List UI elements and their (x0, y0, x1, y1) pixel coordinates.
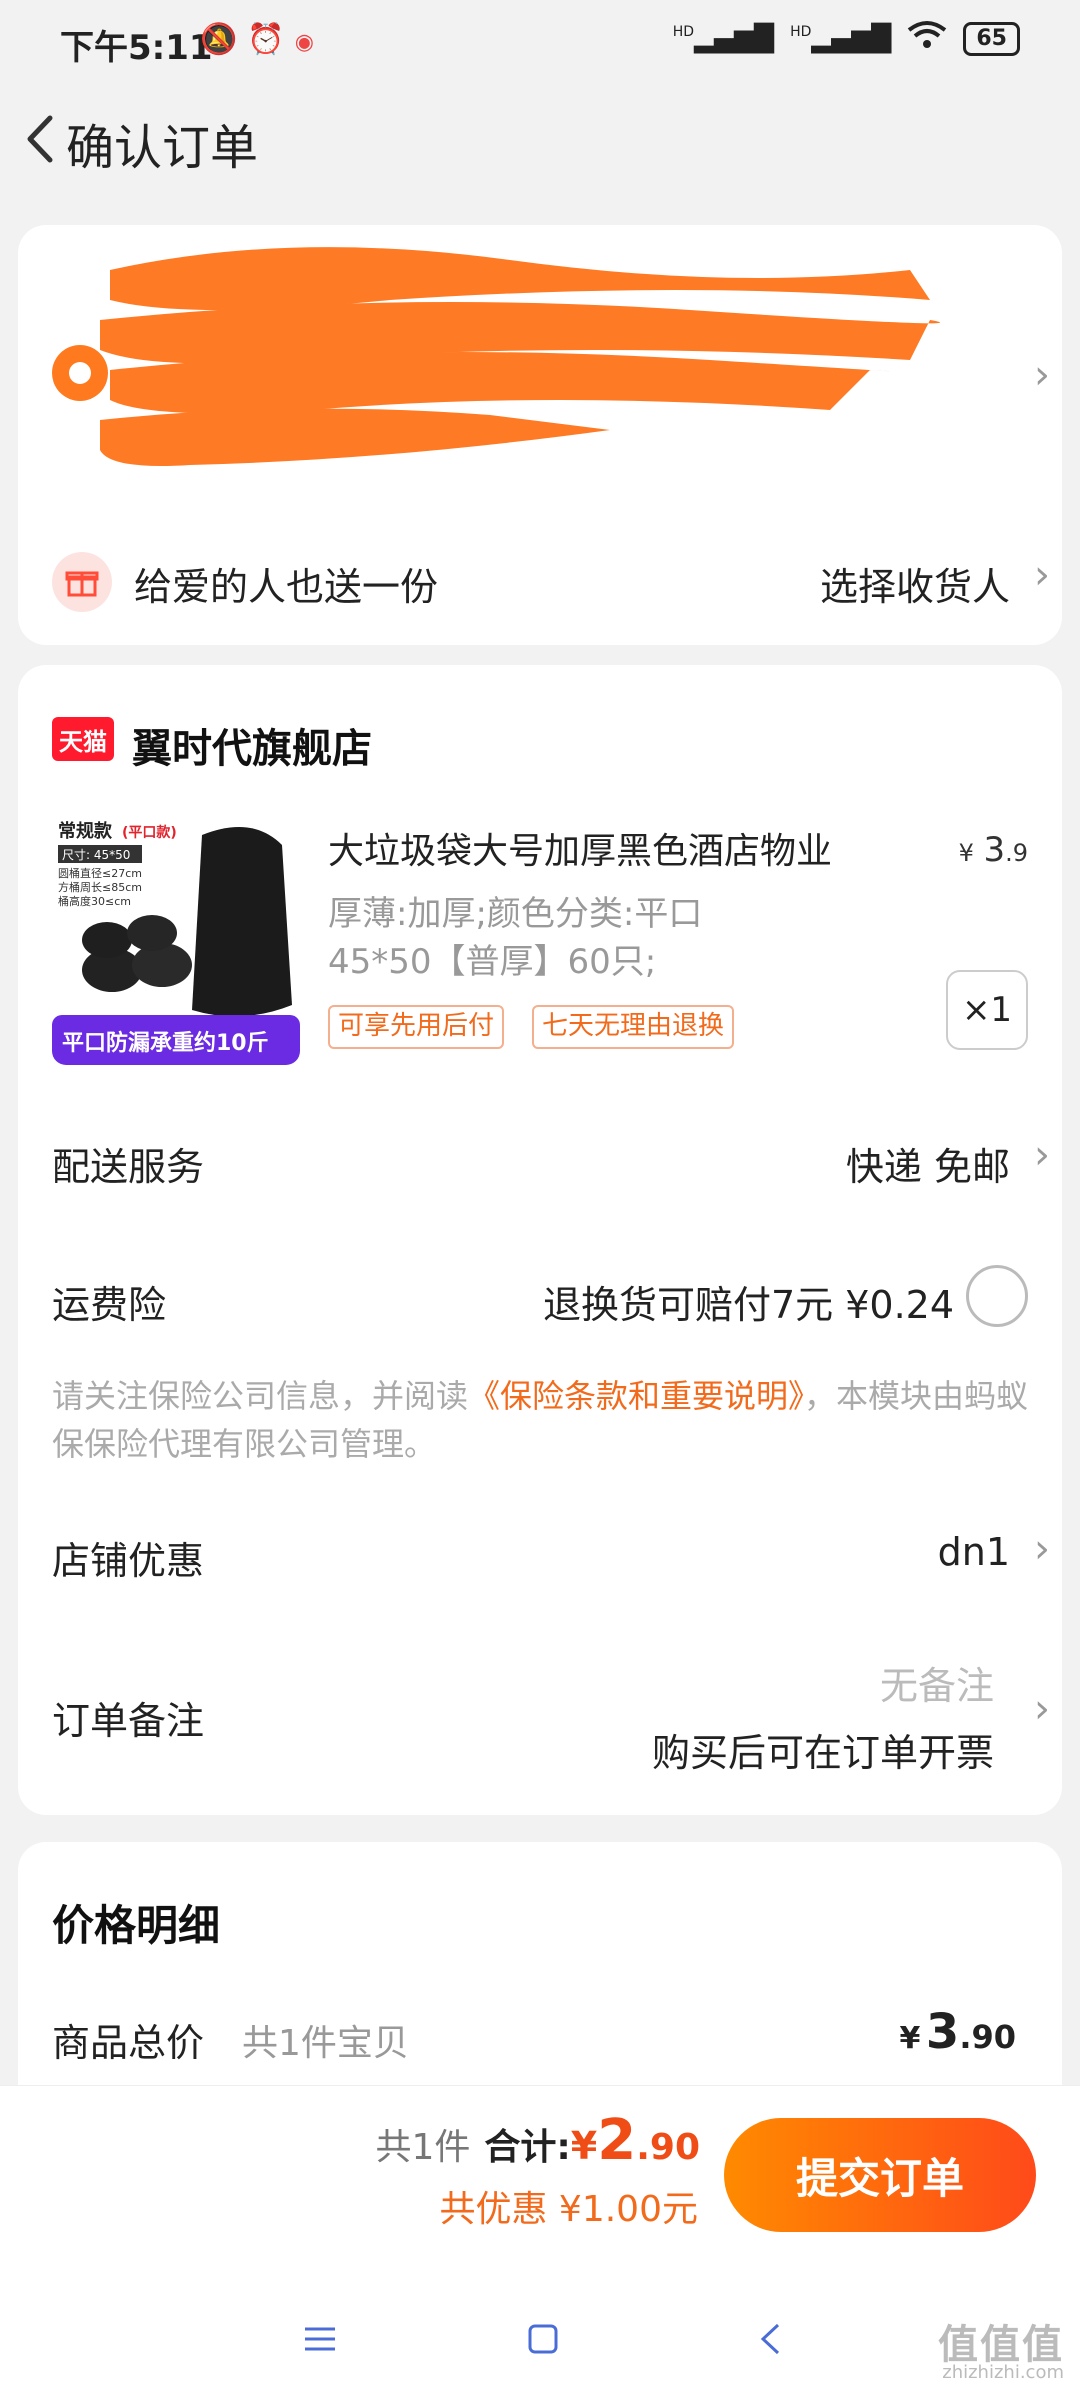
store-discount-chevron-icon[interactable]: › (1034, 1526, 1050, 1572)
order-total-label: 合计: (484, 2127, 571, 2168)
tag-seven-day-return: 七天无理由退换 (532, 1005, 735, 1049)
tag-pay-later: 可享先用后付 (328, 1005, 505, 1049)
memo-chevron-icon[interactable]: › (1034, 1686, 1050, 1732)
app-notification-icon: ◉ (294, 30, 324, 55)
gift-send-text[interactable]: 给爱的人也送一份 (134, 556, 438, 611)
gift-icon (52, 552, 112, 612)
product-price: ¥ 3.9 (958, 830, 1028, 870)
submit-order-button[interactable]: 提交订单 (724, 2118, 1036, 2232)
battery-icon: 65 (963, 21, 1020, 56)
tmall-badge: 天猫 (52, 717, 114, 761)
status-right-icons: HD▂▄▆█ HD▂▄▆█ 65 (673, 20, 1020, 57)
delivery-label: 配送服务 (52, 1145, 205, 1189)
signal-icon-1: HD▂▄▆█ (672, 23, 775, 54)
quantity-stepper[interactable]: ×1 (946, 970, 1028, 1050)
back-icon[interactable] (14, 104, 64, 174)
total-saving: 共优惠 ¥1.00元 (439, 2189, 698, 2230)
order-count: 共1件 (375, 2127, 471, 2168)
product-image-size: 尺寸: 45*50 (62, 848, 130, 862)
signal-icon-2: HD▂▄▆█ (790, 23, 892, 54)
watermark-url: zhizhizhi.com (942, 2362, 1064, 2383)
menu-icon[interactable] (285, 2304, 355, 2374)
order-total-symbol: ¥ (570, 2124, 598, 2168)
store-discount-value[interactable]: dn1 (938, 1530, 1010, 1574)
page-title: 确认订单 (66, 120, 259, 176)
choose-receiver-chevron-icon[interactable]: › (1034, 552, 1050, 598)
product-image-detail2: 方桶周长≤85cm (58, 880, 142, 894)
order-total-int: 2 (597, 2108, 637, 2173)
address-chevron-icon[interactable]: › (1034, 352, 1050, 398)
product-image-top-text: 常规款 (58, 820, 113, 842)
store-discount-label: 店铺优惠 (52, 1539, 205, 1583)
store-name[interactable]: 翼时代旗舰店 (132, 716, 372, 774)
insurance-terms-link[interactable]: 《保险条款和重要说明》 (468, 1377, 804, 1415)
order-total-dec: .90 (636, 2127, 700, 2168)
insurance-radio[interactable] (966, 1265, 1028, 1327)
choose-receiver-link[interactable]: 选择收货人 (820, 556, 1010, 611)
product-spec: 厚薄:加厚;颜色分类:平口 45*50【普厚】60只; (328, 890, 702, 986)
product-image-top-tag: (平口款) (122, 824, 177, 841)
status-notification-icons: 🔕⏰◉ (200, 22, 324, 57)
nav-back-icon[interactable] (735, 2304, 805, 2374)
product-spec-line1: 厚薄:加厚;颜色分类:平口 (328, 894, 703, 934)
memo-invoice-hint: 购买后可在订单开票 (651, 1731, 994, 1775)
memo-label: 订单备注 (52, 1699, 205, 1743)
price-detail-title: 价格明细 (52, 1901, 221, 1950)
mute-icon: 🔕 (200, 22, 248, 57)
delivery-value[interactable]: 快递 免邮 (846, 1136, 1010, 1191)
goods-total-label: 商品总价 (52, 2021, 205, 2065)
redacted-address-scribble (100, 247, 940, 466)
insurance-label: 运费险 (52, 1283, 167, 1327)
wifi-icon (907, 20, 947, 57)
delivery-chevron-icon[interactable]: › (1034, 1132, 1050, 1178)
goods-total-value: ¥ 3.90 (899, 2004, 1016, 2060)
insurance-note-prefix: 请关注保险公司信息，并阅读 (52, 1377, 469, 1415)
insurance-note: 请关注保险公司信息，并阅读《保险条款和重要说明》，本模块由蚂蚁保保险代理有限公司… (52, 1372, 1032, 1468)
product-image[interactable]: 常规款 (平口款) 尺寸: 45*50 圆桶直径≤27cm 方桶周长≤85cm … (52, 815, 300, 1065)
goods-count: 共1件宝贝 (242, 2023, 409, 2064)
order-total: 共1件 合计: ¥ 2 .90 (375, 2108, 700, 2173)
product-image-detail3: 桶高度30≤cm (58, 894, 131, 908)
home-icon[interactable] (508, 2304, 578, 2374)
product-image-detail1: 圆桶直径≤27cm (58, 866, 142, 880)
location-pin-icon (52, 345, 108, 401)
product-title[interactable]: 大垃圾袋大号加厚黑色酒店物业 (328, 822, 832, 874)
product-image-banner: 平口防漏承重约10斤 (62, 1030, 269, 1056)
alarm-icon: ⏰ (247, 22, 295, 57)
memo-value[interactable]: 无备注 (880, 1655, 994, 1710)
status-time: 下午5:11 (60, 28, 213, 68)
insurance-value: 退换货可赔付7元 ¥0.24 (542, 1283, 954, 1327)
product-spec-line2: 45*50【普厚】60只; (328, 942, 657, 982)
